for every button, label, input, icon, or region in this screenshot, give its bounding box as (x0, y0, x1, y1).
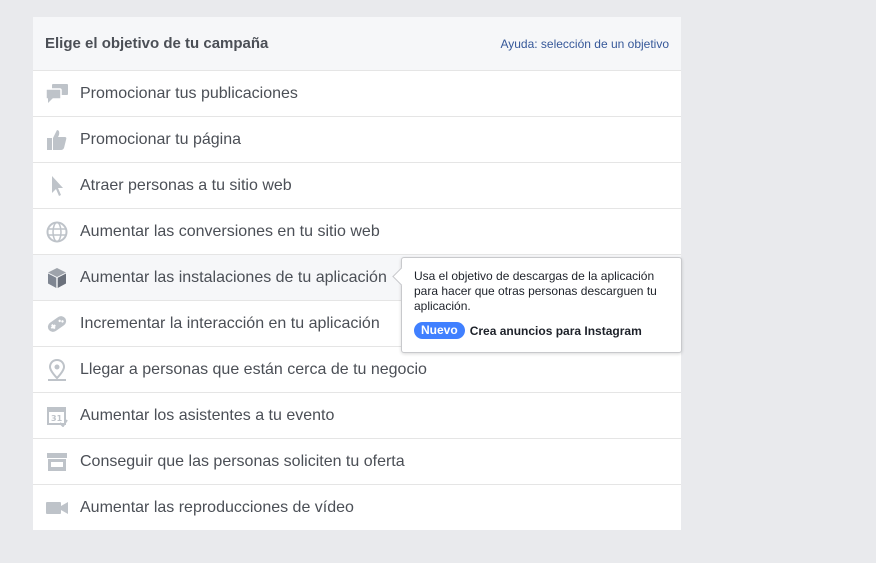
video-camera-icon (46, 497, 68, 519)
objective-label: Promocionar tus publicaciones (80, 84, 298, 102)
instagram-ads-note: Crea anuncios para Instagram (469, 323, 642, 338)
calendar-icon: 31 (46, 405, 68, 427)
cube-icon (46, 267, 68, 289)
objective-label: Incrementar la interacción en tu aplicac… (80, 314, 380, 332)
page-title: Elige el objetivo de tu campaña (45, 35, 269, 52)
svg-text:31: 31 (51, 414, 63, 423)
globe-icon (46, 221, 68, 243)
objective-label: Aumentar las reproducciones de vídeo (80, 499, 354, 516)
objective-item-offer-claims[interactable]: Conseguir que las personas soliciten tu … (33, 439, 681, 485)
objective-label: Promocionar tu página (80, 130, 241, 148)
objective-label: Aumentar las instalaciones de tu aplicac… (80, 268, 387, 286)
objective-label: Aumentar los asistentes a tu evento (80, 406, 335, 424)
objective-item-video-views[interactable]: Aumentar las reproducciones de vídeo (33, 485, 681, 531)
help-link[interactable]: Ayuda: selección de un objetivo (500, 37, 669, 51)
objective-label: Atraer personas a tu sitio web (80, 176, 292, 194)
objective-item-promote-page[interactable]: Promocionar tu página (33, 117, 681, 163)
objective-label: Llegar a personas que están cerca de tu … (80, 360, 427, 378)
app-installs-tooltip: Usa el objetivo de descargas de la aplic… (392, 257, 682, 353)
speech-bubbles-icon (46, 83, 68, 105)
new-badge: Nuevo (414, 322, 465, 339)
objective-item-website-conversions[interactable]: Aumentar las conversiones en tu sitio we… (33, 209, 681, 255)
thumbs-up-icon (46, 129, 68, 151)
location-pin-icon (46, 358, 68, 381)
objective-item-event-responses[interactable]: 31 Aumentar los asistentes a tu evento (33, 393, 681, 439)
objective-item-local-awareness[interactable]: Llegar a personas que están cerca de tu … (33, 347, 681, 393)
panel-header: Elige el objetivo de tu campaña Ayuda: s… (33, 17, 681, 71)
objective-item-website-traffic[interactable]: Atraer personas a tu sitio web (33, 163, 681, 209)
objective-label: Aumentar las conversiones en tu sitio we… (80, 222, 380, 240)
objective-label: Conseguir que las personas soliciten tu … (80, 452, 405, 470)
objective-item-promote-posts[interactable]: Promocionar tus publicaciones (33, 71, 681, 117)
cursor-icon (46, 175, 68, 197)
gamepad-icon (46, 313, 68, 335)
tooltip-footer: Nuevo Crea anuncios para Instagram (414, 322, 669, 339)
tooltip-description: Usa el objetivo de descargas de la aplic… (414, 269, 657, 313)
storefront-icon (46, 451, 68, 473)
